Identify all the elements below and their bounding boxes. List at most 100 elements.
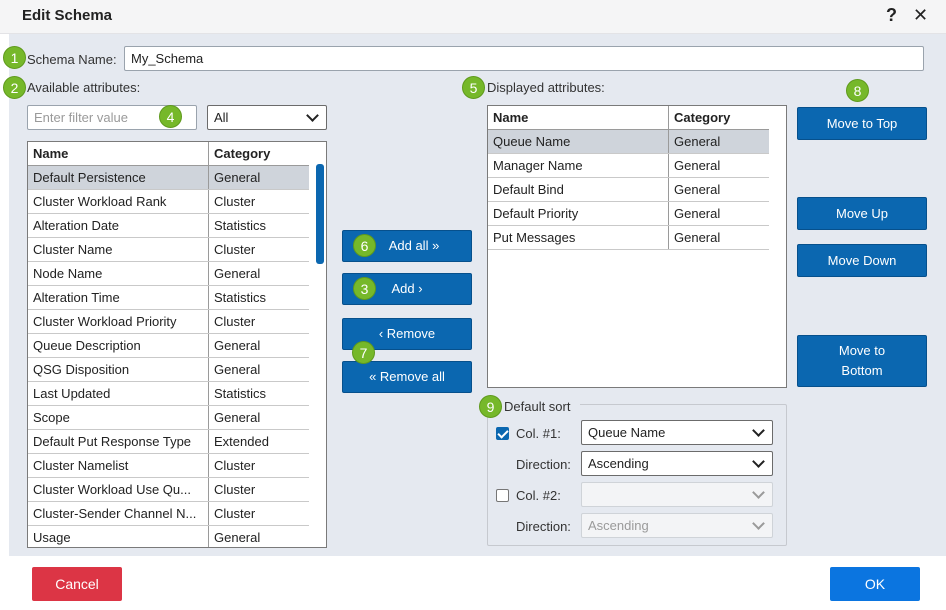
column-header-category[interactable]: Category xyxy=(668,106,769,129)
sort-col2-direction-value: Ascending xyxy=(588,518,649,533)
remove-all-button[interactable]: « Remove all xyxy=(342,361,472,393)
cell-name: Cluster Workload Rank xyxy=(33,194,167,209)
sort-col2-direction-label: Direction: xyxy=(516,519,571,534)
cell-name: Alteration Date xyxy=(33,218,119,233)
sort-col2-label: Col. #2: xyxy=(516,488,561,503)
sort-col2-direction-select[interactable]: Ascending xyxy=(581,513,773,538)
cell-name: Default Bind xyxy=(493,182,564,197)
table-row[interactable]: Queue Description General xyxy=(28,334,309,358)
move-up-label: Move Up xyxy=(835,205,889,221)
table-row[interactable]: Cluster Workload Priority Cluster xyxy=(28,310,309,334)
move-to-top-label: Move to Top xyxy=(826,115,898,131)
column-header-name[interactable]: Name xyxy=(28,142,208,165)
close-icon[interactable]: ✕ xyxy=(913,5,928,26)
table-row[interactable]: Cluster-Sender Channel N... Cluster xyxy=(28,502,309,526)
table-row[interactable]: Default Put Response Type Extended xyxy=(28,430,309,454)
callout-badge-5: 5 xyxy=(462,76,485,99)
callout-badge-9: 9 xyxy=(479,395,502,418)
chevron-down-icon xyxy=(752,516,765,530)
sort-col2-select[interactable] xyxy=(581,482,773,507)
filter-scope-value: All xyxy=(214,110,229,125)
cell-category: General xyxy=(208,526,309,547)
table-row[interactable]: Cluster Name Cluster xyxy=(28,238,309,262)
sort-col1-label: Col. #1: xyxy=(516,426,561,441)
table-row[interactable]: Node Name General xyxy=(28,262,309,286)
move-to-bottom-button[interactable]: Move to Bottom xyxy=(797,335,927,387)
cell-category: General xyxy=(208,406,309,429)
cell-category: Statistics xyxy=(208,214,309,237)
callout-badge-3: 3 xyxy=(353,277,376,300)
table-row[interactable]: Default Bind General xyxy=(488,178,769,202)
move-up-button[interactable]: Move Up xyxy=(797,197,927,230)
table-row[interactable]: Put Messages General xyxy=(488,226,769,250)
displayed-attributes-label: Displayed attributes: xyxy=(487,80,605,95)
cell-name: Default Persistence xyxy=(33,170,146,185)
cell-name: Node Name xyxy=(33,266,103,281)
remove-label: ‹ Remove xyxy=(378,326,436,341)
cell-category: Cluster xyxy=(208,310,309,333)
sort-col1-checkbox[interactable] xyxy=(496,427,509,440)
cell-category: General xyxy=(208,334,309,357)
schema-name-input[interactable]: My_Schema xyxy=(124,46,924,71)
ok-button[interactable]: OK xyxy=(830,567,920,601)
sort-col1-direction-select[interactable]: Ascending xyxy=(581,451,773,476)
table-row[interactable]: QSG Disposition General xyxy=(28,358,309,382)
table-row[interactable]: Usage General xyxy=(28,526,309,547)
cell-name: Cluster-Sender Channel N... xyxy=(33,506,197,521)
cell-category: Statistics xyxy=(208,382,309,405)
cell-category: Cluster xyxy=(208,190,309,213)
cell-name: Queue Name xyxy=(493,134,571,149)
cell-name: Usage xyxy=(33,530,71,545)
cell-category: Extended xyxy=(208,430,309,453)
move-down-label: Move Down xyxy=(827,252,897,268)
cell-category: General xyxy=(668,202,769,225)
table-row[interactable]: Default Persistence General xyxy=(28,166,309,190)
help-icon[interactable]: ? xyxy=(886,5,897,26)
cell-category: Cluster xyxy=(208,502,309,525)
table-row[interactable]: Alteration Date Statistics xyxy=(28,214,309,238)
table-row[interactable]: Default Priority General xyxy=(488,202,769,226)
cell-name: Cluster Name xyxy=(33,242,113,257)
cell-category: General xyxy=(668,226,769,249)
table-row[interactable]: Last Updated Statistics xyxy=(28,382,309,406)
cell-name: Cluster Workload Priority xyxy=(33,314,177,329)
callout-badge-1: 1 xyxy=(3,46,26,69)
table-row[interactable]: Cluster Workload Rank Cluster xyxy=(28,190,309,214)
table-row[interactable]: Cluster Namelist Cluster xyxy=(28,454,309,478)
sort-col2-checkbox[interactable] xyxy=(496,489,509,502)
available-attributes-label: Available attributes: xyxy=(27,80,141,95)
scrollbar-thumb[interactable] xyxy=(316,164,324,264)
cell-name: Cluster Workload Use Qu... xyxy=(33,482,191,497)
dialog-footer xyxy=(0,556,946,610)
sort-col1-direction-label: Direction: xyxy=(516,457,571,472)
table-row[interactable]: Manager Name General xyxy=(488,154,769,178)
table-row[interactable]: Alteration Time Statistics xyxy=(28,286,309,310)
table-row[interactable]: Cluster Workload Use Qu... Cluster xyxy=(28,478,309,502)
table-row[interactable]: Scope General xyxy=(28,406,309,430)
move-down-button[interactable]: Move Down xyxy=(797,244,927,277)
default-sort-legend: Default sort xyxy=(504,399,571,414)
sort-col1-select[interactable]: Queue Name xyxy=(581,420,773,445)
column-header-category[interactable]: Category xyxy=(208,142,309,165)
table-row[interactable]: Queue Name General xyxy=(488,130,769,154)
callout-badge-8: 8 xyxy=(846,79,869,102)
chevron-down-icon xyxy=(306,108,319,122)
available-attributes-table[interactable]: Name Category Default Persistence General… xyxy=(27,141,327,548)
cancel-button[interactable]: Cancel xyxy=(32,567,122,601)
displayed-attributes-table[interactable]: Name Category Queue Name General Manager N… xyxy=(487,105,787,388)
add-label: Add › xyxy=(391,281,423,296)
cell-name: Alteration Time xyxy=(33,290,120,305)
cell-category: Cluster xyxy=(208,454,309,477)
schema-name-label: Schema Name: xyxy=(27,52,117,67)
callout-badge-4: 4 xyxy=(159,105,182,128)
cell-category: General xyxy=(668,154,769,177)
remove-all-label: « Remove all xyxy=(369,369,445,384)
cell-category: Cluster xyxy=(208,478,309,501)
filter-scope-select[interactable]: All xyxy=(207,105,327,130)
chevron-down-icon xyxy=(752,423,765,437)
table-header: Name Category xyxy=(28,142,309,166)
cell-category: General xyxy=(668,178,769,201)
move-to-top-button[interactable]: Move to Top xyxy=(797,107,927,140)
column-header-name[interactable]: Name xyxy=(488,106,668,129)
cell-category: Cluster xyxy=(208,238,309,261)
